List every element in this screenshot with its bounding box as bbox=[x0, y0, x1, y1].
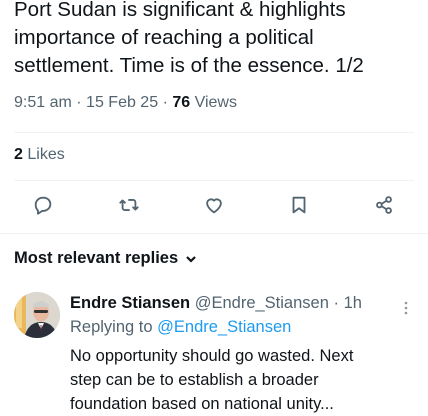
replying-to: Replying to @Endre_Stiansen bbox=[70, 318, 291, 337]
views-label: Views bbox=[194, 94, 237, 111]
tweet-text-line: Port Sudan is significant & highlights bbox=[14, 0, 346, 21]
bookmark-button[interactable] bbox=[284, 190, 314, 220]
divider bbox=[14, 132, 414, 133]
tweet-text-line: importance of reaching a political bbox=[14, 26, 314, 49]
views-count: 76 bbox=[172, 94, 191, 111]
replying-to-link[interactable]: @Endre_Stiansen bbox=[157, 318, 291, 336]
reply-header: Endre Stiansen @Endre_Stiansen · 1h bbox=[70, 294, 362, 313]
tweet-text-line: settlement. Time is of the essence. 1/2 bbox=[14, 54, 364, 77]
reply-author-handle[interactable]: @Endre_Stiansen bbox=[195, 294, 329, 312]
avatar[interactable] bbox=[14, 292, 60, 338]
replies-sort-label: Most relevant replies bbox=[14, 249, 179, 267]
tweet-meta: 9:51 am · 15 Feb 25 · 76 Views bbox=[14, 94, 237, 112]
likes-label: Likes bbox=[27, 146, 65, 163]
replies-sort-dropdown[interactable]: Most relevant replies bbox=[14, 249, 198, 268]
share-icon bbox=[376, 196, 392, 214]
meta-separator: · bbox=[76, 94, 87, 111]
tweet-text: Port Sudan is significant & highlights i… bbox=[14, 0, 420, 80]
reply-text-line: No opportunity should go wasted. Next bbox=[70, 347, 354, 365]
divider bbox=[0, 233, 428, 234]
retweet-button[interactable] bbox=[114, 190, 144, 220]
meta-separator: · bbox=[162, 94, 173, 111]
more-vertical-icon bbox=[404, 301, 408, 315]
like-button[interactable] bbox=[199, 190, 229, 220]
reply-text-line: foundation based on national unity... bbox=[70, 395, 334, 413]
reply-author-name[interactable]: Endre Stiansen bbox=[70, 294, 190, 312]
retweet-icon bbox=[119, 199, 139, 211]
reply-text: No opportunity should go wasted. Next st… bbox=[70, 344, 420, 416]
divider bbox=[14, 180, 414, 181]
bookmark-icon bbox=[292, 196, 306, 214]
reply-age[interactable]: 1h bbox=[344, 294, 362, 312]
reply-text-line: step can be to establish a broader bbox=[70, 371, 319, 389]
reply-icon bbox=[34, 196, 52, 215]
reply-item[interactable]: Endre Stiansen @Endre_Stiansen · 1h Repl… bbox=[0, 290, 428, 413]
reply-button[interactable] bbox=[28, 190, 58, 220]
more-options-button[interactable] bbox=[398, 300, 414, 316]
chevron-down-icon bbox=[186, 255, 196, 263]
tweet-actions bbox=[0, 190, 428, 224]
replying-prefix: Replying to bbox=[70, 318, 153, 336]
avatar-image bbox=[14, 292, 60, 338]
likes-count: 2 bbox=[14, 146, 23, 163]
like-icon bbox=[206, 198, 222, 214]
meta-separator: · bbox=[333, 294, 339, 312]
share-button[interactable] bbox=[369, 190, 399, 220]
tweet-date[interactable]: 15 Feb 25 bbox=[86, 94, 158, 111]
likes-link[interactable]: 2 Likes bbox=[14, 146, 65, 164]
tweet-time[interactable]: 9:51 am bbox=[14, 94, 72, 111]
